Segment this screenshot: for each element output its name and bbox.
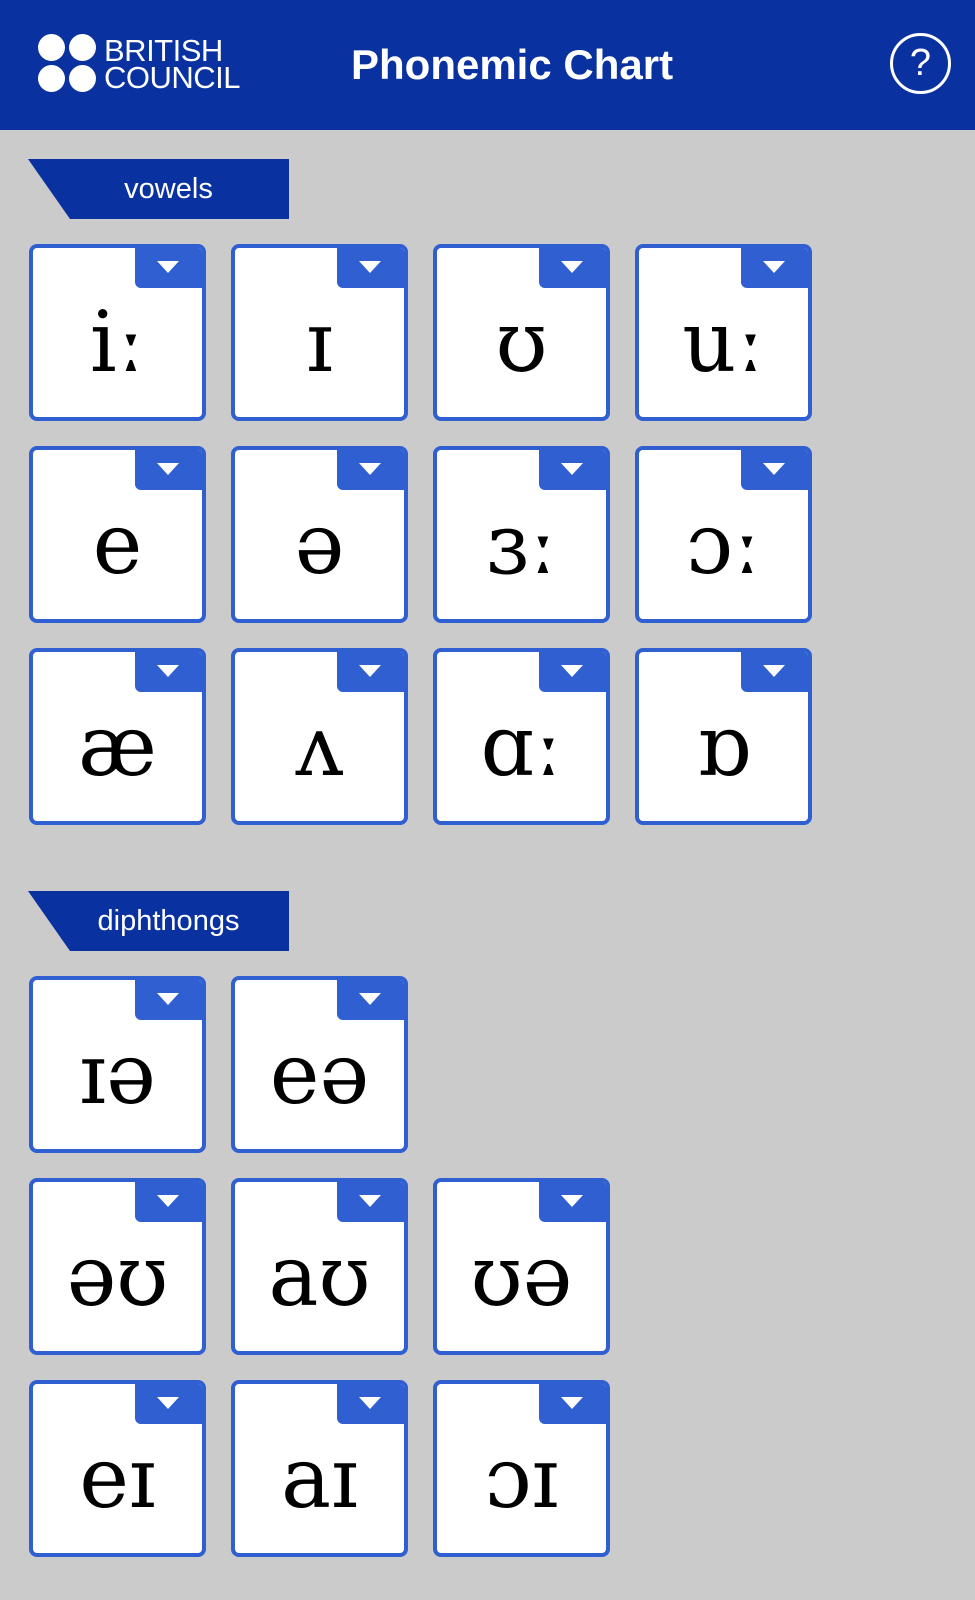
phoneme-symbol: uː bbox=[682, 293, 765, 391]
app-header: BRITISH COUNCIL Phonemic Chart ? bbox=[0, 0, 975, 130]
section-label-vowels: vowels bbox=[124, 173, 213, 205]
british-council-logo: BRITISH COUNCIL bbox=[38, 34, 241, 95]
phoneme-card[interactable]: ɑː bbox=[433, 648, 610, 825]
page-title: Phonemic Chart bbox=[351, 41, 674, 88]
logo-text: BRITISH COUNCIL bbox=[104, 35, 241, 95]
section-tab-vowels: vowels bbox=[28, 159, 289, 219]
phoneme-symbol: eə bbox=[269, 1025, 370, 1123]
phoneme-card[interactable]: eə bbox=[231, 976, 408, 1153]
phoneme-symbol: ɒ bbox=[696, 697, 751, 795]
logo-line-2: COUNCIL bbox=[104, 60, 241, 95]
phoneme-card[interactable]: ʊə bbox=[433, 1178, 610, 1355]
phoneme-symbol: əʊ bbox=[66, 1227, 169, 1325]
phoneme-symbol: aʊ bbox=[268, 1227, 371, 1325]
phoneme-card[interactable]: uː bbox=[635, 244, 812, 421]
phoneme-symbol: ɔː bbox=[685, 495, 762, 593]
phoneme-card[interactable]: ʌ bbox=[231, 648, 408, 825]
phoneme-card[interactable]: iː bbox=[29, 244, 206, 421]
phoneme-symbol: ɪ bbox=[306, 293, 333, 391]
phoneme-card[interactable]: aɪ bbox=[231, 1380, 408, 1557]
phoneme-symbol: aɪ bbox=[281, 1429, 358, 1527]
phoneme-card[interactable]: ə bbox=[231, 446, 408, 623]
phoneme-symbol: ʌ bbox=[295, 697, 344, 795]
section-tab-diphthongs: diphthongs bbox=[28, 891, 289, 951]
phoneme-card[interactable]: ɒ bbox=[635, 648, 812, 825]
phoneme-symbol: ɑː bbox=[480, 697, 563, 795]
phoneme-card[interactable]: əʊ bbox=[29, 1178, 206, 1355]
section-label-diphthongs: diphthongs bbox=[97, 905, 240, 937]
phoneme-card[interactable]: ɪə bbox=[29, 976, 206, 1153]
phoneme-symbol: ʊə bbox=[470, 1227, 573, 1325]
phoneme-card[interactable]: ʊ bbox=[433, 244, 610, 421]
phoneme-symbol: æ bbox=[78, 697, 157, 795]
phoneme-symbol: ə bbox=[294, 495, 345, 593]
phoneme-symbol: eɪ bbox=[79, 1429, 156, 1527]
phoneme-card[interactable]: æ bbox=[29, 648, 206, 825]
phoneme-card[interactable]: ɔː bbox=[635, 446, 812, 623]
phoneme-symbol: ɔɪ bbox=[484, 1429, 559, 1527]
phoneme-symbol: e bbox=[92, 495, 143, 593]
phoneme-card[interactable]: eɪ bbox=[29, 1380, 206, 1557]
phoneme-card[interactable]: ɪ bbox=[231, 244, 408, 421]
phoneme-symbol: ɪə bbox=[79, 1025, 156, 1123]
phoneme-symbol: iː bbox=[89, 293, 146, 391]
phoneme-card[interactable]: ɜː bbox=[433, 446, 610, 623]
phoneme-symbol: ɜː bbox=[485, 495, 558, 593]
logo-dots-icon bbox=[38, 34, 98, 94]
phoneme-symbol: ʊ bbox=[495, 293, 548, 391]
phoneme-card[interactable]: aʊ bbox=[231, 1178, 408, 1355]
phoneme-card[interactable]: ɔɪ bbox=[433, 1380, 610, 1557]
help-button[interactable]: ? bbox=[890, 33, 951, 94]
phoneme-card[interactable]: e bbox=[29, 446, 206, 623]
